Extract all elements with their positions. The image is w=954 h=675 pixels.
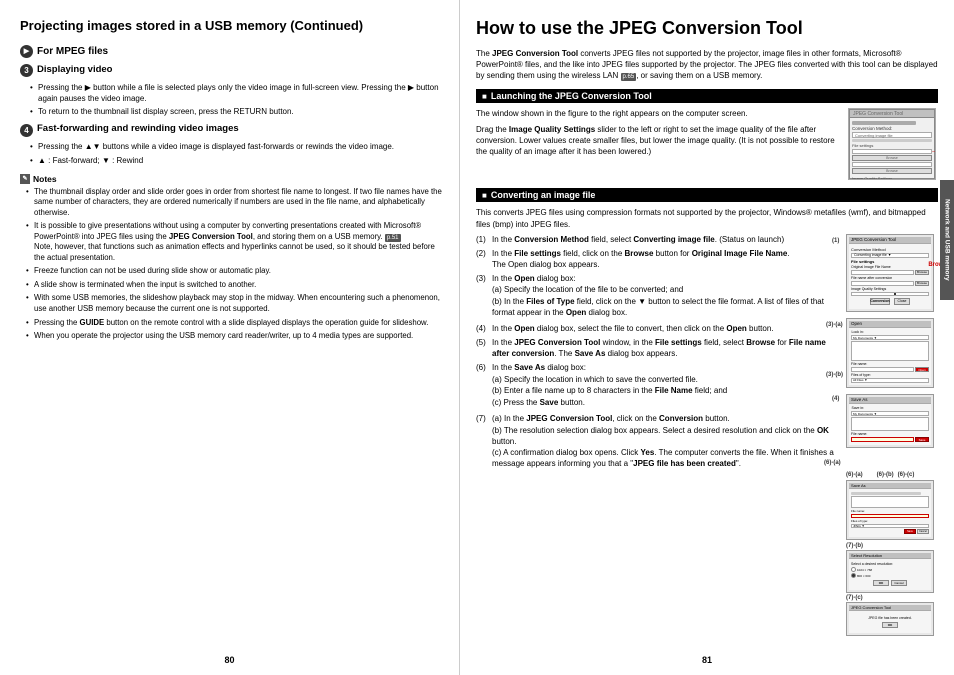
for-mpeg-header: ▶ For MPEG files	[20, 45, 443, 58]
step-6: (6) In the Save As dialog box: (a) Speci…	[476, 362, 840, 410]
notes-icon: ✎	[20, 174, 30, 184]
list-item: To return to the thumbnail list display …	[30, 106, 443, 117]
section4-list: Pressing the ▲▼ buttons while a video im…	[20, 141, 443, 165]
section4-title: Fast-forwarding and rewinding video imag…	[37, 123, 239, 134]
steps-text: (1) In the Conversion Method field, sele…	[476, 234, 840, 637]
right-page-num: 81	[702, 655, 712, 665]
list-item: Pressing the GUIDE button on the remote …	[26, 318, 443, 329]
list-item: When you operate the projector using the…	[26, 331, 443, 342]
screenshot-open-dialog: Open Look in: My Documents ▼ File name:	[846, 318, 936, 388]
section3-num: 3	[20, 64, 33, 77]
step-7: (7) (a) In the JPEG Conversion Tool, cli…	[476, 413, 840, 471]
list-item: Pressing the ▶ button while a file is se…	[30, 82, 443, 104]
launch-screenshot: JPEG Conversion Tool Conversion Method: …	[848, 108, 938, 180]
right-page-title: How to use the JPEG Conversion Tool	[476, 18, 938, 40]
section4-header: 4 Fast-forwarding and rewinding video im…	[20, 123, 443, 137]
launch-screenshot-img: JPEG Conversion Tool Conversion Method: …	[848, 108, 936, 180]
launch-para1: The window shown in the figure to the ri…	[476, 108, 840, 119]
step-3: (3) In the Open dialog box: (a) Specify …	[476, 273, 840, 320]
intro-text: The JPEG Conversion Tool converts JPEG f…	[476, 48, 938, 82]
for-mpeg-label: For MPEG files	[37, 46, 108, 57]
main-page: Projecting images stored in a USB memory…	[0, 0, 954, 675]
screenshot-save-dialog: Save As Save in: My Documents ▼ File nam…	[846, 394, 936, 449]
list-item: The thumbnail display order and slide or…	[26, 187, 443, 219]
section3-header: 3 Displaying video	[20, 64, 443, 78]
list-item: Freeze function can not be used during s…	[26, 266, 443, 277]
launch-para2: Drag the Image Quality Settings slider t…	[476, 124, 840, 158]
section3: 3 Displaying video Pressing the ▶ button…	[20, 64, 443, 118]
launch-header: Launching the JPEG Conversion Tool	[476, 89, 938, 103]
notes-section: ✎ Notes The thumbnail display order and …	[20, 174, 443, 342]
launch-text: The window shown in the figure to the ri…	[476, 108, 840, 180]
list-item: With some USB memories, the slideshow pl…	[26, 293, 443, 314]
mpeg-icon: ▶	[20, 45, 33, 58]
list-item: ▲ : Fast-forward; ▼ : Rewind	[30, 155, 443, 166]
screenshot-bottom: (6)-(a) (6)-(b) (6)-(c) Save As File nam…	[846, 472, 936, 636]
step-1: (1) In the Conversion Method field, sele…	[476, 234, 840, 245]
list-item: A slide show is terminated when the inpu…	[26, 280, 443, 291]
section3-title: Displaying video	[37, 64, 113, 75]
left-page-title: Projecting images stored in a USB memory…	[20, 18, 443, 35]
convert-intro: This converts JPEG files using compressi…	[476, 207, 938, 229]
launch-content: The window shown in the figure to the ri…	[476, 108, 938, 180]
launch-section: Launching the JPEG Conversion Tool The w…	[476, 89, 938, 180]
notes-header: ✎ Notes	[20, 174, 443, 184]
convert-section: Converting an image file This converts J…	[476, 188, 938, 636]
step-5: (5) In the JPEG Conversion Tool window, …	[476, 337, 840, 359]
screenshots-column: JPEG Conversion Tool Conversion Method C…	[846, 234, 938, 637]
sidebar-tab: Network and USB memory	[940, 180, 954, 300]
step-2: (2) In the File settings field, click on…	[476, 248, 840, 270]
section4: 4 Fast-forwarding and rewinding video im…	[20, 123, 443, 165]
convert-content: (1) In the Conversion Method field, sele…	[476, 234, 938, 637]
right-page: How to use the JPEG Conversion Tool The …	[460, 0, 954, 675]
screenshot-group-1: JPEG Conversion Tool Conversion Method C…	[846, 234, 936, 312]
left-page-num: 80	[224, 655, 234, 665]
step-4: (4) In the Open dialog box, select the f…	[476, 323, 840, 334]
list-item: It is possible to give presentations wit…	[26, 221, 443, 263]
left-page: Projecting images stored in a USB memory…	[0, 0, 460, 675]
screenshot-main: JPEG Conversion Tool Conversion Method C…	[846, 234, 934, 312]
notes-list: The thumbnail display order and slide or…	[20, 187, 443, 342]
section3-list: Pressing the ▶ button while a file is se…	[20, 82, 443, 118]
section4-num: 4	[20, 124, 33, 137]
convert-header: Converting an image file	[476, 188, 938, 202]
steps-list: (1) In the Conversion Method field, sele…	[476, 234, 840, 471]
list-item: Pressing the ▲▼ buttons while a video im…	[30, 141, 443, 152]
